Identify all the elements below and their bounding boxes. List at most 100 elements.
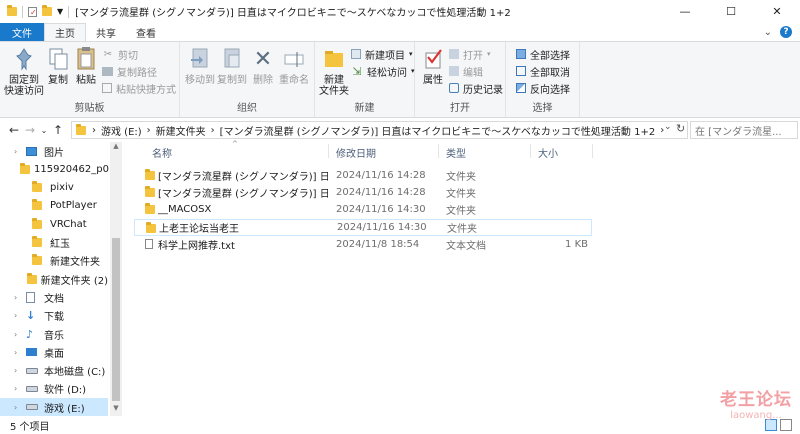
easy-access-button[interactable]: ⇲ 轻松访问 ▾ — [351, 64, 414, 79]
status-bar: 5 个项目 — [0, 416, 800, 434]
invert-selection-button[interactable]: 反向选择 — [516, 81, 570, 96]
sidebar-item[interactable]: 新建文件夹 — [0, 252, 108, 270]
open-button[interactable]: 打开 ▾ — [449, 47, 503, 62]
sidebar-item[interactable]: 115920462_p0 — [0, 160, 109, 178]
address-dropdown-icon[interactable]: ⌄ — [664, 122, 672, 132]
scroll-down-icon[interactable]: ▼ — [110, 404, 122, 416]
column-headers: ^ 名称 修改日期 类型 大小 — [128, 140, 800, 162]
watermark-title: 老王论坛 — [720, 390, 792, 410]
column-header-modified[interactable]: 修改日期 — [336, 145, 376, 160]
tab-share[interactable]: 共享 — [86, 23, 126, 41]
invert-selection-icon — [516, 83, 526, 93]
maximize-button[interactable]: ☐ — [708, 0, 754, 23]
table-row[interactable]: 上老王论坛当老王 2024/11/16 14:30 文件夹 — [134, 218, 592, 236]
recent-locations-button[interactable]: ⌄ — [38, 126, 50, 135]
downloads-icon: ↓ — [26, 309, 36, 323]
expand-chevron-icon[interactable]: › — [14, 366, 26, 375]
search-input[interactable]: 在 [マンダラ流星... — [690, 121, 798, 139]
breadcrumb-current[interactable]: [マンダラ流星群 (シグノマンダラ)] 日直はマイクロビキニで～スケベなカッコで… — [220, 123, 656, 138]
expand-chevron-icon[interactable]: › — [14, 403, 26, 412]
tab-file[interactable]: 文件 — [0, 23, 44, 41]
expand-chevron-icon[interactable]: › — [14, 311, 26, 320]
documents-icon — [26, 291, 40, 303]
sidebar-item-label: 115920462_p0 — [34, 163, 109, 175]
quick-access-dropdown-icon[interactable]: ▼ — [57, 7, 63, 16]
expand-chevron-icon[interactable]: › — [14, 384, 26, 393]
sidebar-item[interactable]: › 图片 — [0, 142, 108, 160]
sidebar-item[interactable]: › ♪ 音乐 — [0, 325, 108, 343]
up-button[interactable]: ↑ — [50, 123, 66, 137]
history-button[interactable]: 历史记录 — [449, 81, 503, 96]
divider — [328, 144, 329, 158]
table-row[interactable]: [マンダラ流星群 (シグノマンダラ)] 日直... 2024/11/16 14:2… — [134, 184, 592, 201]
sidebar-item[interactable]: › 本地磁盘 (C:) — [0, 362, 108, 380]
breadcrumb-drive[interactable]: 游戏 (E:) — [101, 123, 142, 138]
select-all-button[interactable]: 全部选择 — [516, 47, 570, 62]
divider — [68, 5, 70, 18]
expand-chevron-icon[interactable]: › — [14, 293, 26, 302]
back-button[interactable]: ← — [6, 123, 22, 137]
ribbon: 固定到 快速访问 复制 粘贴 ✂ 剪切 复制路径 粘贴快捷方式 剪贴板 移动到 复… — [0, 41, 800, 118]
cell-type: 文件夹 — [447, 223, 477, 235]
sidebar-item[interactable]: 紅玉 — [0, 234, 108, 252]
file-list: ^ 名称 修改日期 类型 大小 [マンダラ流星群 (シグノマンダラ)] 日直..… — [128, 140, 800, 416]
sidebar-item[interactable]: › 桌面 — [0, 343, 108, 361]
tab-view[interactable]: 查看 — [126, 23, 166, 41]
cell-modified: 2024/11/16 14:28 — [336, 187, 426, 199]
folder-icon — [76, 123, 86, 135]
breadcrumb-folder[interactable]: 新建文件夹 — [156, 123, 206, 138]
sidebar-item[interactable]: 新建文件夹 (2) — [0, 270, 108, 288]
ribbon-tabs: 文件 主页 共享 查看 ⌄ ? — [0, 23, 800, 41]
address-bar[interactable]: › 游戏 (E:) › 新建文件夹 › [マンダラ流星群 (シグノマンダラ)] … — [71, 121, 688, 139]
column-header-size[interactable]: 大小 — [538, 145, 558, 160]
sidebar-item[interactable]: › 游戏 (E:) — [0, 398, 108, 416]
scroll-up-icon[interactable]: ▲ — [110, 142, 122, 154]
column-header-name[interactable]: 名称 — [152, 145, 172, 160]
paste-shortcut-button[interactable]: 粘贴快捷方式 — [102, 81, 176, 96]
table-row[interactable]: 科学上网推荐.txt 2024/11/8 18:54 文本文档 1 KB — [134, 236, 592, 253]
new-folder-icon — [320, 45, 348, 73]
sidebar-item[interactable]: › 软件 (D:) — [0, 380, 108, 398]
expand-chevron-icon[interactable]: › — [14, 330, 26, 339]
cut-button[interactable]: ✂ 剪切 — [102, 47, 176, 62]
edit-icon — [449, 66, 459, 76]
scrollbar-thumb[interactable] — [112, 238, 120, 401]
sidebar-item[interactable]: › ↓ 下载 — [0, 307, 108, 325]
sidebar-item-label: 下载 — [44, 312, 64, 324]
new-folder-quick-icon[interactable] — [42, 5, 52, 16]
folder-icon — [32, 199, 46, 211]
sidebar-item[interactable]: VRChat — [0, 215, 108, 233]
expand-chevron-icon[interactable]: › — [14, 348, 26, 357]
copy-icon — [44, 45, 72, 73]
folder-icon — [145, 169, 155, 180]
navigation-pane-scrollbar[interactable]: ▲ ▼ — [110, 142, 122, 416]
cell-name: [マンダラ流星群 (シグノマンダラ)] 日直... — [158, 189, 328, 201]
sidebar-item[interactable]: › 文档 — [0, 288, 108, 306]
copy-path-button[interactable]: 复制路径 — [102, 64, 176, 79]
ribbon-collapse-icon[interactable]: ⌄ — [764, 27, 772, 38]
tab-home[interactable]: 主页 — [44, 23, 86, 41]
rename-icon — [280, 45, 308, 73]
close-button[interactable]: ✕ — [754, 0, 800, 23]
properties-quick-icon[interactable]: ✓ — [28, 6, 37, 17]
folder-icon — [145, 186, 155, 198]
sidebar-item-label: 本地磁盘 (C:) — [44, 367, 106, 379]
open-group-label: 打开 — [450, 103, 470, 114]
new-item-button[interactable]: 新建项目 ▾ — [351, 47, 415, 62]
sidebar-item[interactable]: PotPlayer — [0, 197, 108, 215]
expand-chevron-icon[interactable]: › — [14, 147, 26, 156]
clipboard-group: 固定到 快速访问 复制 粘贴 ✂ 剪切 复制路径 粘贴快捷方式 剪贴板 — [0, 42, 180, 117]
minimize-button[interactable]: — — [662, 0, 708, 23]
edit-button[interactable]: 编辑 — [449, 64, 503, 79]
copy-to-icon — [218, 45, 246, 73]
sidebar-item-label: 软件 (D:) — [44, 385, 87, 397]
column-header-type[interactable]: 类型 — [446, 145, 466, 160]
refresh-icon[interactable]: ↻ — [676, 122, 685, 135]
sidebar-item[interactable]: pixiv — [0, 179, 108, 197]
clipboard-group-label: 剪贴板 — [74, 103, 105, 114]
table-row[interactable]: __MACOSX 2024/11/16 14:30 文件夹 — [134, 201, 592, 218]
help-icon[interactable]: ? — [780, 26, 792, 38]
table-row[interactable]: [マンダラ流星群 (シグノマンダラ)] 日直... 2024/11/16 14:2… — [134, 167, 592, 184]
forward-button[interactable]: → — [22, 123, 38, 137]
select-none-button[interactable]: 全部取消 — [516, 64, 570, 79]
